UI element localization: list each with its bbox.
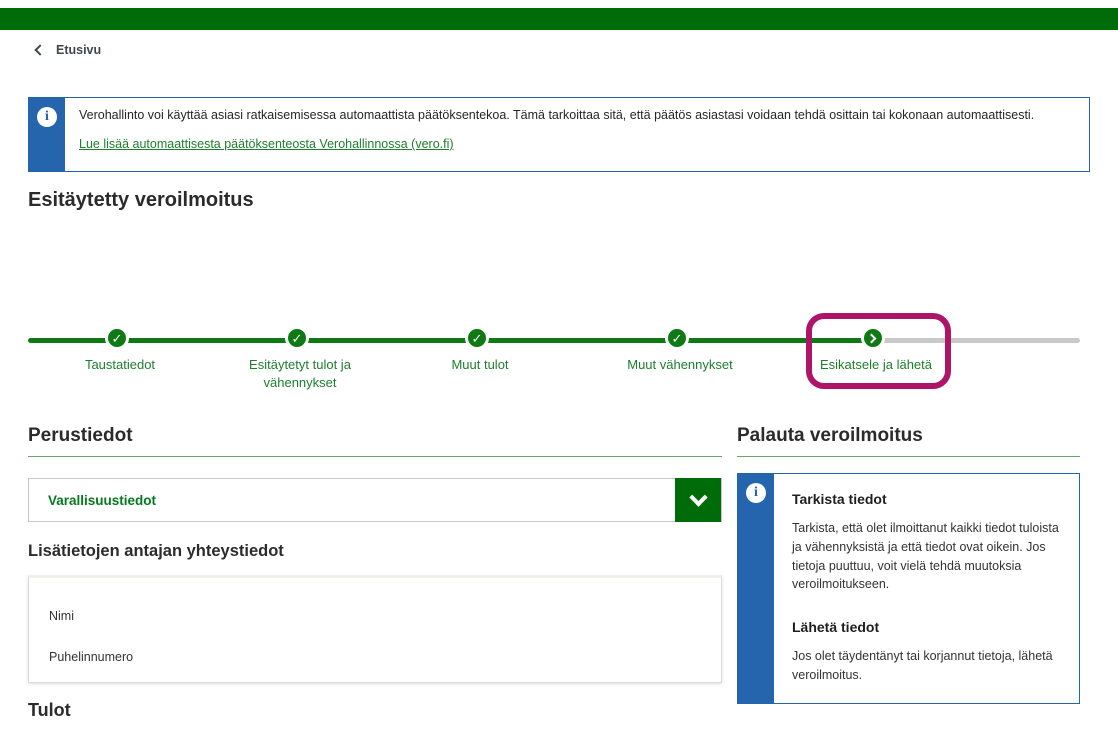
automation-info-banner: i Verohallinto voi käyttää asiasi ratkai… [28,97,1090,172]
sidebar: Palauta veroilmoitus i Tarkista tiedot T… [737,425,1080,704]
page-title: Esitäytetty veroilmoitus [28,189,254,212]
check-icon: ✓ [292,332,303,345]
check-icon: ✓ [112,332,123,345]
back-link-etusivu[interactable]: Etusivu [36,43,101,57]
contact-card: Nimi Puhelinnumero [28,575,722,683]
stepper-track-remaining [876,338,1080,343]
info-icon: i [746,483,766,503]
check-icon: ✓ [672,332,683,345]
accordion-label: Varallisuustiedot [29,493,156,508]
laheta-tiedot-title: Lähetä tiedot [792,619,1063,635]
step-node-esitaytetyt-tulot[interactable]: ✓ [285,326,309,350]
app-header-bar [0,8,1118,30]
banner-link[interactable]: Lue lisää automaattisesta päätöksenteost… [79,137,454,151]
step-node-muut-vahennykset[interactable]: ✓ [665,326,689,350]
tulot-heading: Tulot [28,700,722,721]
laheta-tiedot-body: Jos olet täydentänyt tai korjannut tieto… [792,647,1063,685]
accordion-expand-button[interactable] [675,478,721,522]
step-label-muut-vahennykset[interactable]: Muut vähennykset [595,356,765,374]
step-node-muut-tulot[interactable]: ✓ [465,326,489,350]
chevron-left-icon [34,44,45,55]
step-label-esikatsele-ja-laheta[interactable]: Esikatsele ja lähetä [791,356,961,374]
varallisuustiedot-accordion[interactable]: Varallisuustiedot [28,478,722,522]
palauta-info-box: i Tarkista tiedot Tarkista, että olet il… [737,473,1080,704]
step-label-taustatiedot[interactable]: Taustatiedot [35,356,205,374]
contact-field-nimi: Nimi [49,609,701,623]
banner-accent-strip: i [29,98,65,171]
step-node-esikatsele-ja-laheta[interactable] [861,326,885,350]
contact-heading: Lisätietojen antajan yhteystiedot [28,542,722,561]
tarkista-tiedot-body: Tarkista, että olet ilmoittanut kaikki t… [792,519,1063,594]
back-link-label: Etusivu [56,43,101,57]
progress-stepper: ✓ ✓ ✓ ✓ Taustatiedot Esitäytetyt tulot j… [0,300,1118,405]
perustiedot-heading: Perustiedot [28,425,722,457]
sidebar-accent-strip: i [738,474,774,703]
highlight-annotation-box [806,313,951,389]
main-column: Perustiedot Varallisuustiedot Lisätietoj… [28,425,722,721]
chevron-down-icon [689,488,707,506]
info-icon: i [37,107,57,127]
stepper-track-completed [28,338,876,343]
banner-text: Verohallinto voi käyttää asiasi ratkaise… [79,108,1034,122]
chevron-right-icon [867,333,877,343]
step-label-muut-tulot[interactable]: Muut tulot [395,356,565,374]
check-icon: ✓ [472,332,483,345]
step-node-taustatiedot[interactable]: ✓ [105,326,129,350]
sidebar-heading: Palauta veroilmoitus [737,425,1080,457]
tarkista-tiedot-title: Tarkista tiedot [792,491,1063,507]
step-label-esitaytetyt-tulot[interactable]: Esitäytetyt tulot ja vähennykset [225,356,375,391]
contact-field-puhelinnumero: Puhelinnumero [49,650,701,664]
